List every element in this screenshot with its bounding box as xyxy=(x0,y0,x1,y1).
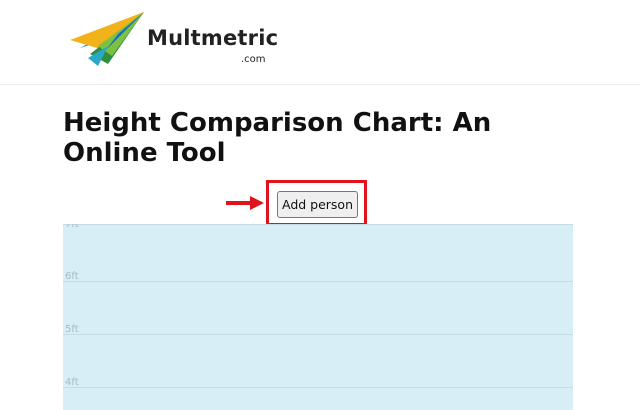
tick-label-5ft: 5ft xyxy=(65,324,79,335)
grid-line-6ft xyxy=(63,281,573,282)
brand-name[interactable]: Multmetric xyxy=(147,26,278,50)
paper-plane-logo-icon[interactable] xyxy=(68,10,146,66)
tick-label-7ft: 7ft xyxy=(65,224,79,230)
height-chart-area[interactable]: 7ft 6ft 5ft 4ft xyxy=(63,224,573,410)
grid-line-7ft xyxy=(63,224,573,225)
brand-tld: .com xyxy=(241,54,266,65)
right-arrow-icon xyxy=(226,196,264,210)
add-person-button[interactable]: Add person xyxy=(277,191,358,218)
page-title: Height Comparison Chart: An Online Tool xyxy=(63,108,492,168)
site-header: Multmetric .com xyxy=(0,0,640,85)
grid-line-4ft xyxy=(63,387,573,388)
page: Multmetric .com Height Comparison Chart:… xyxy=(0,0,640,410)
grid-line-5ft xyxy=(63,334,573,335)
tick-label-6ft: 6ft xyxy=(65,271,79,282)
tick-label-4ft: 4ft xyxy=(65,377,79,388)
